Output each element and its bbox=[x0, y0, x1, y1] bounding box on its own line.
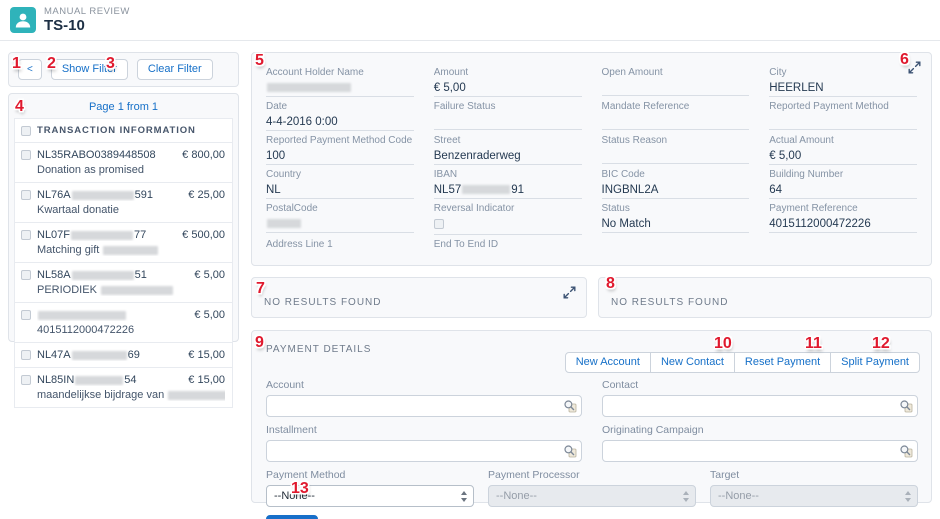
field-value bbox=[434, 116, 582, 130]
field-value: 4015112000472226 bbox=[769, 218, 917, 233]
lookup-icon[interactable] bbox=[563, 444, 577, 458]
related-list-panel-2: NO RESULTS FOUND bbox=[598, 277, 932, 318]
select-all-checkbox[interactable] bbox=[21, 126, 31, 136]
reversal-indicator-checkbox[interactable] bbox=[434, 219, 444, 229]
clear-filter-button[interactable]: Clear Filter bbox=[137, 59, 213, 80]
transaction-detail-panel: Account Holder Name Amount€ 5,00 Open Am… bbox=[251, 52, 932, 266]
field-value: NL5791 bbox=[434, 184, 582, 199]
show-filter-button[interactable]: Show Filter bbox=[51, 59, 128, 80]
new-account-button[interactable]: New Account bbox=[565, 352, 651, 373]
lookup-icon[interactable] bbox=[899, 399, 913, 413]
table-row[interactable]: NL58A51 € 5,00 PERIODIEK bbox=[15, 263, 232, 303]
expand-icon[interactable] bbox=[908, 61, 922, 75]
no-results-message: NO RESULTS FOUND bbox=[264, 297, 382, 308]
field-value bbox=[769, 116, 917, 130]
table-row[interactable]: NL47A69 € 15,00 bbox=[15, 343, 232, 368]
table-row[interactable]: NL85IN54 € 15,00 maandelijkse bijdrage v… bbox=[15, 368, 232, 408]
transaction-table-header: TRANSACTION INFORMATION bbox=[15, 119, 232, 143]
originating-campaign-lookup-input[interactable] bbox=[602, 440, 918, 462]
page-title: TS-10 bbox=[44, 17, 85, 34]
manual-review-page: MANUAL REVIEW TS-10 < Show Filter Clear … bbox=[0, 0, 940, 519]
transaction-table: TRANSACTION INFORMATION NL35RABO03894485… bbox=[14, 118, 233, 408]
field-value: € 5,00 bbox=[434, 82, 582, 97]
page-header: MANUAL REVIEW TS-10 bbox=[0, 0, 940, 41]
field-value bbox=[602, 116, 750, 130]
field-value bbox=[602, 82, 750, 96]
row-amount: € 5,00 bbox=[188, 269, 225, 281]
row-checkbox[interactable] bbox=[21, 375, 31, 385]
table-row[interactable]: NL35RABO0389448508 € 800,00 Donation as … bbox=[15, 143, 232, 183]
table-row[interactable]: NL07F77 € 500,00 Matching gift bbox=[15, 223, 232, 263]
payment-processor-select: --None-- bbox=[488, 485, 696, 507]
row-amount: € 800,00 bbox=[176, 149, 225, 161]
row-amount: € 25,00 bbox=[182, 189, 225, 201]
field-value: € 5,00 bbox=[769, 150, 917, 165]
pagination-link[interactable]: Page 1 from 1 bbox=[9, 94, 238, 118]
row-checkbox[interactable] bbox=[21, 270, 31, 280]
payment-method-select[interactable]: --None-- bbox=[266, 485, 474, 507]
field-value: NL bbox=[266, 184, 414, 199]
lookup-icon[interactable] bbox=[899, 444, 913, 458]
row-amount: € 15,00 bbox=[182, 374, 225, 386]
row-checkbox[interactable] bbox=[21, 230, 31, 240]
target-select: --None-- bbox=[710, 485, 918, 507]
field-value bbox=[602, 150, 750, 164]
field-value: 100 bbox=[266, 150, 414, 165]
field-value: INGBNL2A bbox=[602, 184, 750, 199]
split-payment-button[interactable]: Split Payment bbox=[831, 352, 920, 373]
status-value: No Match bbox=[602, 218, 750, 233]
transaction-list-panel: Page 1 from 1 TRANSACTION INFORMATION NL… bbox=[8, 93, 239, 342]
field-value bbox=[266, 82, 414, 97]
row-amount: € 500,00 bbox=[176, 229, 225, 241]
contact-lookup-input[interactable] bbox=[602, 395, 918, 417]
save-button[interactable]: Save bbox=[266, 515, 318, 519]
payment-details-panel: PAYMENT DETAILS New Account New Contact … bbox=[251, 330, 932, 503]
field-value bbox=[266, 218, 414, 233]
field-value: 64 bbox=[769, 184, 917, 199]
row-checkbox[interactable] bbox=[21, 190, 31, 200]
table-row[interactable]: € 5,00 4015112000472226 bbox=[15, 303, 232, 343]
installment-lookup-input[interactable] bbox=[266, 440, 582, 462]
field-value: HEERLEN bbox=[769, 82, 917, 97]
row-amount: € 5,00 bbox=[188, 309, 225, 321]
object-category-label: MANUAL REVIEW bbox=[44, 6, 130, 17]
expand-icon[interactable] bbox=[563, 286, 577, 300]
no-results-message: NO RESULTS FOUND bbox=[611, 297, 729, 308]
account-lookup-input[interactable] bbox=[266, 395, 582, 417]
new-contact-button[interactable]: New Contact bbox=[651, 352, 735, 373]
filter-toolbar: < Show Filter Clear Filter bbox=[8, 52, 239, 87]
select-stepper-icon bbox=[460, 490, 468, 506]
field-value bbox=[434, 218, 582, 235]
select-stepper-icon bbox=[904, 490, 912, 506]
related-list-panel-1: NO RESULTS FOUND bbox=[251, 277, 587, 318]
select-stepper-icon bbox=[682, 490, 690, 506]
row-checkbox[interactable] bbox=[21, 350, 31, 360]
row-checkbox[interactable] bbox=[21, 150, 31, 160]
row-amount: € 15,00 bbox=[182, 349, 225, 361]
row-checkbox[interactable] bbox=[21, 310, 31, 320]
payment-actions: New Account New Contact Reset Payment Sp… bbox=[565, 352, 920, 373]
table-header-label: TRANSACTION INFORMATION bbox=[37, 125, 225, 136]
field-value: 4-4-2016 0:00 bbox=[266, 116, 414, 131]
back-button[interactable]: < bbox=[18, 59, 42, 80]
reset-payment-button[interactable]: Reset Payment bbox=[735, 352, 831, 373]
user-icon bbox=[10, 7, 36, 33]
field-value: Benzenraderweg bbox=[434, 150, 582, 165]
panel-title: PAYMENT DETAILS bbox=[266, 344, 371, 355]
table-row[interactable]: NL76A591 € 25,00 Kwartaal donatie bbox=[15, 183, 232, 223]
lookup-icon[interactable] bbox=[563, 399, 577, 413]
